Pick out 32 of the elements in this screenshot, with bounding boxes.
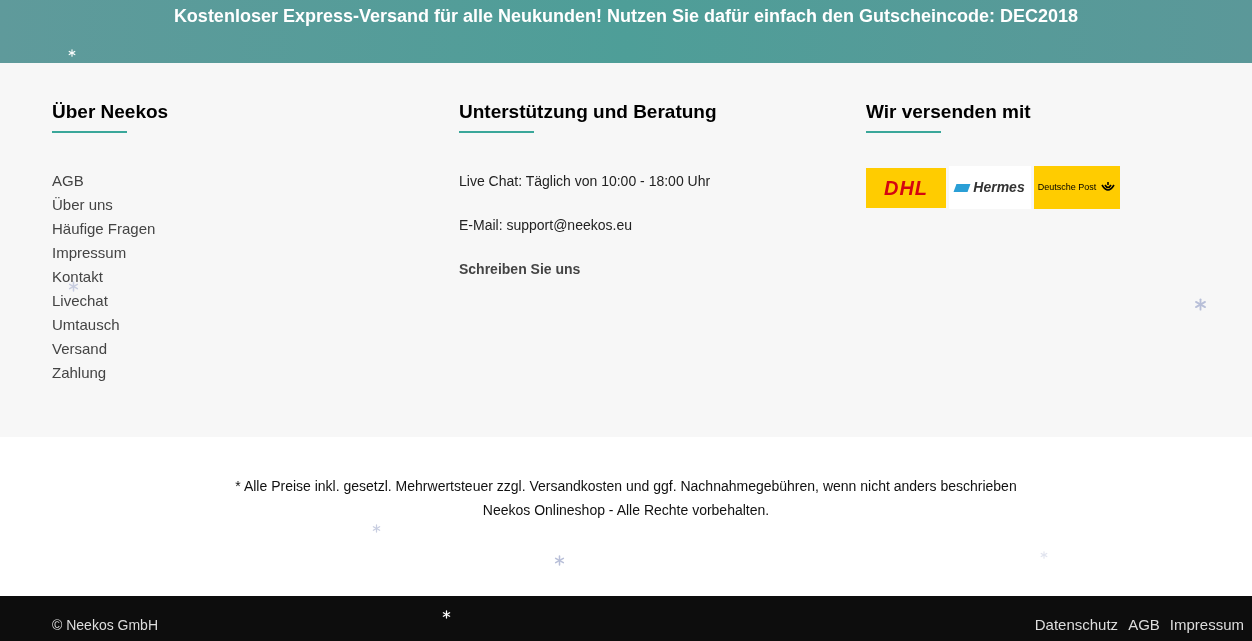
contact-text: E-Mail: support@neekos.eu	[459, 216, 632, 235]
contact-link[interactable]: Schreiben Sie uns	[459, 257, 581, 281]
footer-link[interactable]: Umtausch	[52, 313, 120, 337]
snowflake-icon	[554, 555, 565, 566]
footer-link[interactable]: Datenschutz	[1034, 615, 1119, 635]
column-heading: Über Neekos	[52, 100, 169, 124]
snowflake-icon	[68, 281, 79, 292]
snowflake-icon	[68, 49, 76, 57]
snowflake-icon	[372, 524, 381, 533]
carrier-logo: Hermes	[949, 166, 1031, 209]
footer-link[interactable]: Häufige Fragen	[52, 217, 156, 241]
footer-link[interactable]: AGB	[52, 169, 84, 193]
promo-text: Kostenloser Express-Versand für alle Neukunden! Nutzen Sie dafür einfach den Gutscheincode: DEC2018	[173, 5, 1079, 27]
footer-link[interactable]: AGB	[1128, 615, 1160, 635]
carrier-logo: DHL	[866, 167, 946, 208]
contact-text: Live Chat: Täglich von 10:00 - 18:00 Uhr	[459, 172, 711, 191]
legal-notice: Neekos Onlineshop - Alle Rechte vorbehalten.	[482, 501, 770, 520]
column-heading: Unterstützung und Beratung	[459, 100, 717, 124]
footer-link[interactable]: Versand	[52, 337, 108, 361]
footer-link[interactable]: Impressum	[52, 241, 127, 265]
carrier-logo: Deutsche Post	[1034, 166, 1120, 209]
footer-link[interactable]: Kontakt	[52, 265, 103, 289]
snowflake-icon	[442, 610, 451, 619]
footer-link[interactable]: Livechat	[52, 289, 108, 313]
footer-link[interactable]: Zahlung	[52, 361, 107, 385]
legal-notice: * Alle Preise inkl. gesetzl. Mehrwertsteuer zzgl. Versandkosten und ggf. Nachnahmegebühren, wenn nicht anders beschrieben	[235, 477, 1017, 496]
snowflake-icon	[1194, 298, 1207, 311]
column-heading: Wir versenden mit	[866, 100, 1031, 124]
copyright-text: © Neekos GmbH	[52, 616, 158, 635]
snowflake-icon	[1040, 551, 1048, 559]
footer-link[interactable]: Über uns	[52, 193, 113, 217]
footer-link[interactable]: Impressum	[1169, 615, 1244, 635]
